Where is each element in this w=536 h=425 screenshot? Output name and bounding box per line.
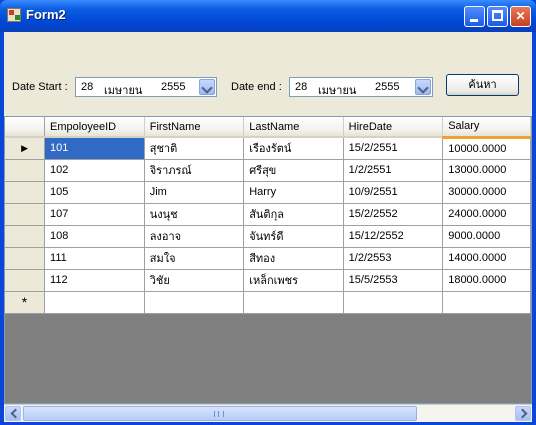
column-header-employeeid[interactable]: EmpoloyeeID — [44, 117, 145, 138]
minimize-icon — [470, 19, 478, 22]
scroll-right-icon[interactable] — [515, 406, 531, 421]
title-bar[interactable]: Form2 ✕ — [0, 0, 536, 32]
date-end-picker[interactable]: 28 เมษายน 2555 — [289, 77, 433, 97]
new-cell[interactable] — [343, 291, 444, 314]
date-end-dropdown-icon[interactable] — [415, 79, 431, 95]
row-header[interactable] — [5, 181, 46, 204]
cell-salary[interactable]: 30000.0000 — [442, 181, 531, 204]
cell-lastname[interactable]: สีทอง — [243, 247, 344, 270]
cell-employeeid[interactable]: 112 — [44, 269, 145, 292]
close-button[interactable]: ✕ — [510, 6, 531, 27]
cell-hiredate[interactable]: 15/2/2552 — [343, 203, 444, 226]
cell-hiredate[interactable]: 1/2/2551 — [343, 159, 444, 182]
new-row-indicator[interactable]: * — [5, 291, 46, 314]
search-button[interactable]: ค้นหา — [446, 74, 519, 96]
cell-lastname[interactable]: จันทร์ดี — [243, 225, 344, 248]
table-row[interactable]: 111 สมใจ สีทอง 1/2/2553 14000.0000 — [5, 247, 531, 270]
cell-hiredate[interactable]: 15/2/2551 — [343, 137, 444, 160]
cell-hiredate[interactable]: 15/12/2552 — [343, 225, 444, 248]
date-start-year: 2555 — [161, 81, 186, 93]
column-header-salary[interactable]: Salary — [442, 117, 531, 139]
row-header[interactable] — [5, 269, 46, 292]
new-cell[interactable] — [243, 291, 344, 314]
cell-lastname[interactable]: Harry — [243, 181, 344, 204]
date-start-picker[interactable]: 28 เมษายน 2555 — [75, 77, 217, 97]
row-header[interactable] — [5, 247, 46, 270]
date-end-month: เมษายน — [318, 85, 357, 97]
new-cell[interactable] — [144, 291, 245, 314]
table-row[interactable]: 102 จิราภรณ์ ศรีสุข 1/2/2551 13000.0000 — [5, 159, 531, 182]
date-end-year: 2555 — [375, 81, 400, 93]
new-row[interactable]: * — [5, 291, 531, 314]
scroll-left-icon[interactable] — [5, 406, 21, 421]
new-cell[interactable] — [442, 291, 531, 314]
app-icon[interactable] — [7, 8, 21, 22]
row-header[interactable] — [5, 159, 46, 182]
table-row[interactable]: 107 นงนุช สันติกุล 15/2/2552 24000.0000 — [5, 203, 531, 226]
column-header-hiredate[interactable]: HireDate — [343, 117, 444, 138]
date-start-dropdown-icon[interactable] — [199, 79, 215, 95]
maximize-button[interactable] — [487, 6, 508, 27]
date-end-label: Date end : — [231, 81, 282, 93]
date-start-day: 28 — [81, 81, 94, 93]
close-icon: ✕ — [515, 9, 526, 23]
minimize-button[interactable] — [464, 6, 485, 27]
cell-firstname[interactable]: สมใจ — [144, 247, 245, 270]
table-row[interactable]: 112 วิชัย เหล็กเพชร 15/5/2553 18000.0000 — [5, 269, 531, 292]
cell-firstname[interactable]: ลงอาจ — [144, 225, 245, 248]
grip-icon — [214, 411, 224, 417]
cell-salary[interactable]: 10000.0000 — [442, 137, 531, 160]
grid-header-row: EmpoloyeeID FirstName LastName HireDate … — [5, 117, 531, 139]
cell-firstname[interactable]: Jim — [144, 181, 245, 204]
cell-hiredate[interactable]: 15/5/2553 — [343, 269, 444, 292]
form2-window: Form2 ✕ Date Start : 28 เมษายน 2555 Date… — [0, 0, 536, 425]
cell-firstname[interactable]: จิราภรณ์ — [144, 159, 245, 182]
date-start-month: เมษายน — [104, 85, 143, 97]
cell-salary[interactable]: 24000.0000 — [442, 203, 531, 226]
horizontal-scrollbar[interactable] — [4, 404, 532, 422]
employee-table: EmpoloyeeID FirstName LastName HireDate … — [5, 117, 531, 314]
scroll-thumb[interactable] — [23, 406, 417, 421]
cell-hiredate[interactable]: 1/2/2553 — [343, 247, 444, 270]
cell-lastname[interactable]: เรืองรัตน์ — [243, 137, 344, 160]
table-row[interactable]: ▶ 101 สุชาติ เรืองรัตน์ 15/2/2551 10000.… — [5, 137, 531, 160]
table-row[interactable]: 105 Jim Harry 10/9/2551 30000.0000 — [5, 181, 531, 204]
column-header-firstname[interactable]: FirstName — [144, 117, 245, 138]
cell-salary[interactable]: 9000.0000 — [442, 225, 531, 248]
employee-grid[interactable]: EmpoloyeeID FirstName LastName HireDate … — [4, 116, 532, 404]
cell-firstname[interactable]: นงนุช — [144, 203, 245, 226]
new-cell[interactable] — [44, 291, 145, 314]
client-area: Date Start : 28 เมษายน 2555 Date end : 2… — [4, 32, 532, 422]
cell-lastname[interactable]: สันติกุล — [243, 203, 344, 226]
cell-salary[interactable]: 18000.0000 — [442, 269, 531, 292]
corner-header[interactable] — [5, 117, 46, 138]
cell-lastname[interactable]: ศรีสุข — [243, 159, 344, 182]
cell-hiredate[interactable]: 10/9/2551 — [343, 181, 444, 204]
current-row-indicator[interactable]: ▶ — [5, 137, 46, 160]
cell-firstname[interactable]: วิชัย — [144, 269, 245, 292]
table-row[interactable]: 108 ลงอาจ จันทร์ดี 15/12/2552 9000.0000 — [5, 225, 531, 248]
row-header[interactable] — [5, 225, 46, 248]
column-header-lastname[interactable]: LastName — [243, 117, 344, 138]
cell-firstname[interactable]: สุชาติ — [144, 137, 245, 160]
cell-employeeid[interactable]: 102 — [44, 159, 145, 182]
cell-employeeid[interactable]: 108 — [44, 225, 145, 248]
cell-lastname[interactable]: เหล็กเพชร — [243, 269, 344, 292]
date-start-label: Date Start : — [12, 81, 68, 93]
cell-employeeid[interactable]: 101 — [44, 137, 145, 160]
cell-employeeid[interactable]: 105 — [44, 181, 145, 204]
cell-salary[interactable]: 14000.0000 — [442, 247, 531, 270]
date-end-day: 28 — [295, 81, 308, 93]
window-title: Form2 — [26, 7, 66, 22]
cell-employeeid[interactable]: 107 — [44, 203, 145, 226]
row-header[interactable] — [5, 203, 46, 226]
cell-salary[interactable]: 13000.0000 — [442, 159, 531, 182]
maximize-icon — [492, 10, 503, 21]
cell-employeeid[interactable]: 111 — [44, 247, 145, 270]
